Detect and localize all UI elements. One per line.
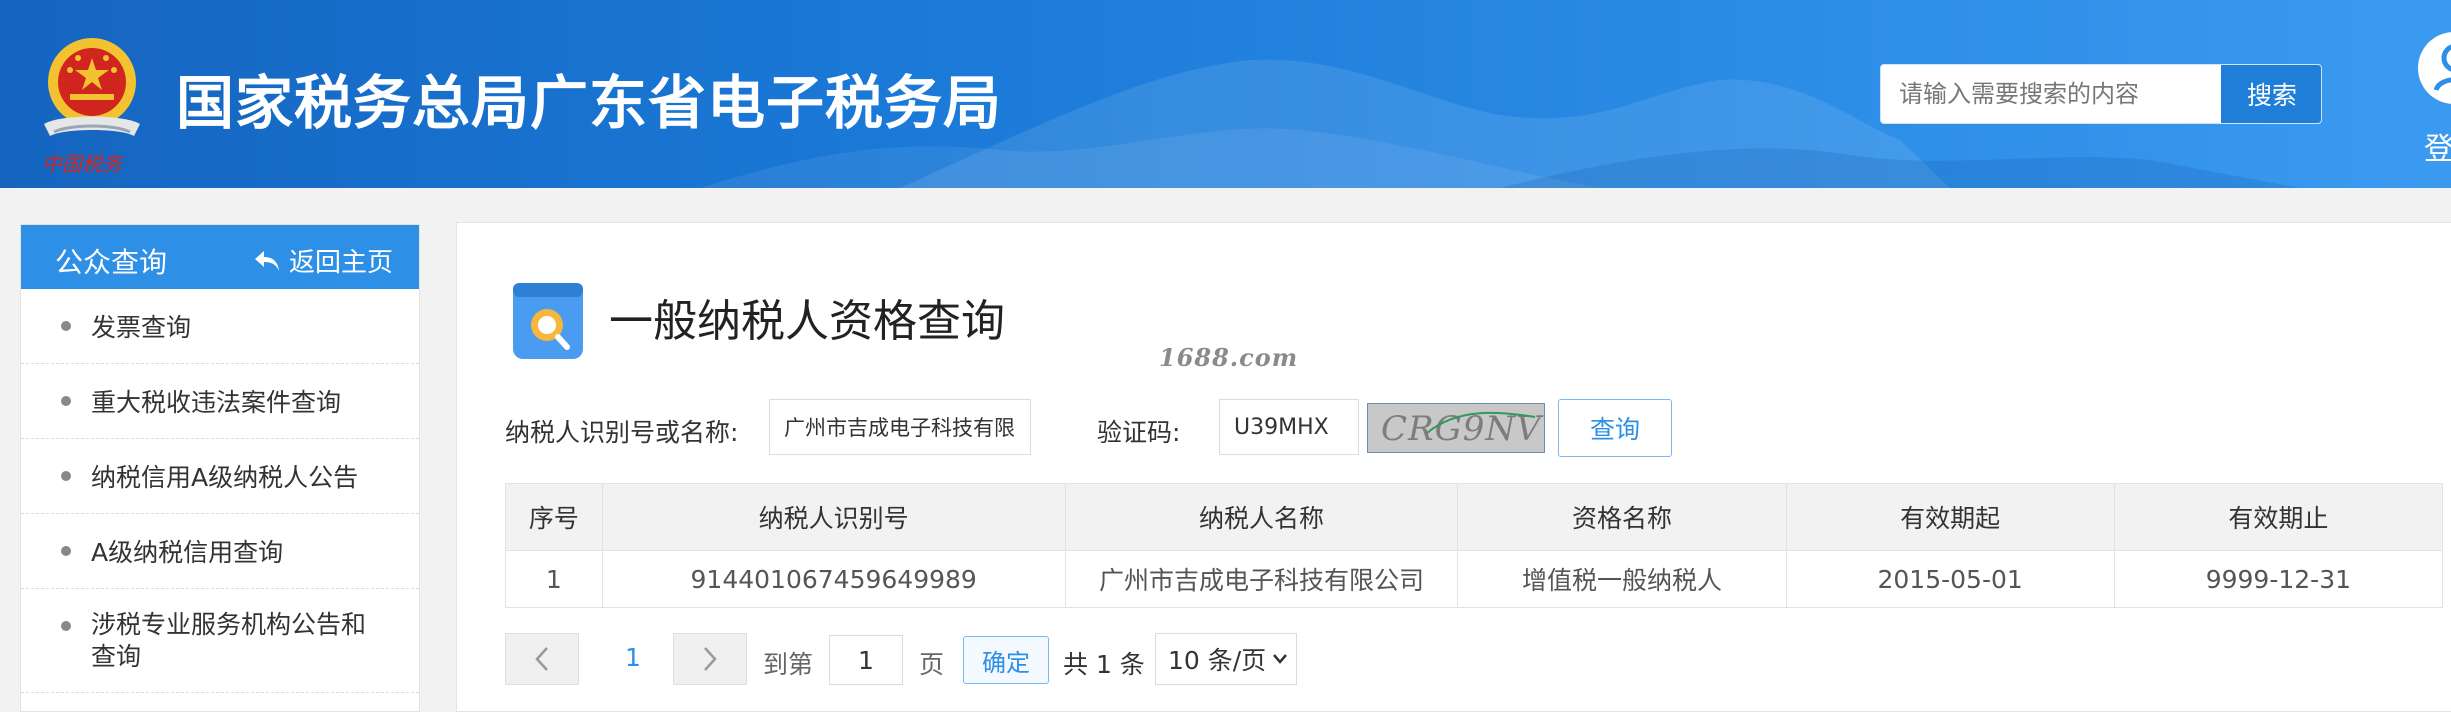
sidebar-item-label[interactable]: 重大税收违法案件查询 (91, 383, 341, 419)
sidebar-item-label[interactable]: 发票查询 (91, 308, 191, 344)
table-row: 1 914401067459649989 广州市吉成电子科技有限公司 增值税一般… (505, 550, 2444, 608)
chevron-right-icon (704, 647, 717, 671)
sidebar-item-tax-violation-query[interactable]: 重大税收违法案件查询 (21, 364, 419, 439)
sidebar-item-label[interactable]: 涉税专业服务机构公告和 查询 (91, 609, 366, 673)
login-label[interactable]: 登 (2424, 124, 2451, 168)
table-cell: 914401067459649989 (601, 550, 1066, 608)
sidebar-item-tax-service-agency[interactable]: 涉税专业服务机构公告和 查询 (21, 589, 419, 693)
back-home-link[interactable]: 返回主页 (253, 242, 393, 279)
sidebar-item-invoice-query[interactable]: 发票查询 (21, 289, 419, 364)
captcha-image[interactable]: CRG9NV (1367, 403, 1545, 453)
bullet-icon (61, 471, 71, 481)
total-count: 共 1 条 (1063, 650, 1145, 679)
table-cell: 9999-12-31 (2113, 550, 2444, 608)
table-header-cell: 序号 (505, 483, 603, 551)
page-size-select[interactable]: 10 条/页 (1155, 633, 1297, 685)
chevron-left-icon (535, 647, 548, 671)
search-input[interactable] (1881, 65, 2221, 123)
back-home-label[interactable]: 返回主页 (289, 242, 393, 279)
page-title: 一般纳税人资格查询 (609, 296, 1005, 347)
table-cell: 2015-05-01 (1785, 550, 2115, 608)
table-header-cell: 资格名称 (1457, 483, 1787, 551)
sidebar-item-label-line2[interactable]: 查询 (91, 642, 141, 671)
emblem-caption: 中国税务 (42, 152, 122, 176)
bullet-icon (61, 321, 71, 331)
site-header: 中国税务 国家税务总局广东省电子税务局 搜索 登 (0, 0, 2451, 188)
query-button[interactable]: 查询 (1558, 399, 1672, 457)
sidebar-item-a-level-credit-query[interactable]: A级纳税信用查询 (21, 514, 419, 589)
sidebar: 公众查询 返回主页 发票查询 重大税收违法案件查询 纳税信用A级纳税人公告 A级… (20, 224, 420, 712)
sidebar-item-label-line1[interactable]: 涉税专业服务机构公告和 (91, 610, 366, 639)
chevron-down-icon (1273, 654, 1288, 664)
user-avatar-icon[interactable] (2410, 28, 2451, 108)
bullet-icon (61, 546, 71, 556)
site-title: 国家税务总局广东省电子税务局 (176, 69, 1003, 137)
watermark-text: 1688.com (1159, 343, 1299, 372)
current-page-number[interactable]: 1 (625, 643, 641, 672)
next-page-button[interactable] (673, 633, 747, 685)
login-area[interactable]: 登 (2410, 28, 2451, 168)
taxpayer-input[interactable] (769, 399, 1031, 455)
search-button[interactable]: 搜索 (2221, 65, 2321, 123)
result-table: 序号 纳税人识别号 纳税人名称 资格名称 有效期起 有效期止 1 9144010… (505, 483, 2444, 608)
sidebar-header: 公众查询 返回主页 (21, 225, 419, 289)
table-header-cell: 有效期起 (1785, 483, 2115, 551)
sidebar-item-label[interactable]: 纳税信用A级纳税人公告 (91, 458, 358, 494)
sidebar-title: 公众查询 (55, 246, 168, 279)
main-panel: 一般纳税人资格查询 1688.com 纳税人识别号或名称: 验证码: CRG9N… (456, 222, 2451, 712)
table-header-cell: 有效期止 (2113, 483, 2444, 551)
page-size-value[interactable]: 10 条/页 (1168, 641, 1266, 677)
table-header-cell: 纳税人识别号 (601, 483, 1066, 551)
goto-page-input[interactable] (829, 635, 903, 685)
table-cell: 增值税一般纳税人 (1457, 550, 1787, 608)
goto-label: 到第 (763, 650, 814, 679)
table-header-cell: 纳税人名称 (1064, 483, 1459, 551)
search-document-icon (513, 283, 583, 359)
prev-page-button[interactable] (505, 633, 579, 685)
bullet-icon (61, 396, 71, 406)
captcha-label: 验证码: (1097, 418, 1181, 447)
table-cell: 广州市吉成电子科技有限公司 (1064, 550, 1459, 608)
sidebar-item-label[interactable]: A级纳税信用查询 (91, 533, 283, 569)
goto-confirm-button[interactable]: 确定 (963, 636, 1049, 684)
back-arrow-icon (255, 250, 279, 271)
sidebar-item-a-level-announcement[interactable]: 纳税信用A级纳税人公告 (21, 439, 419, 514)
table-header-row: 序号 纳税人识别号 纳税人名称 资格名称 有效期起 有效期止 (505, 483, 2444, 551)
bullet-icon (61, 621, 71, 631)
sidebar-menu: 发票查询 重大税收违法案件查询 纳税信用A级纳税人公告 A级纳税信用查询 涉税专… (21, 289, 419, 693)
captcha-input[interactable] (1219, 399, 1359, 455)
header-search: 搜索 (1880, 64, 2322, 124)
table-cell: 1 (505, 550, 603, 608)
taxpayer-label: 纳税人识别号或名称: (505, 418, 739, 447)
page-suffix: 页 (919, 650, 945, 679)
